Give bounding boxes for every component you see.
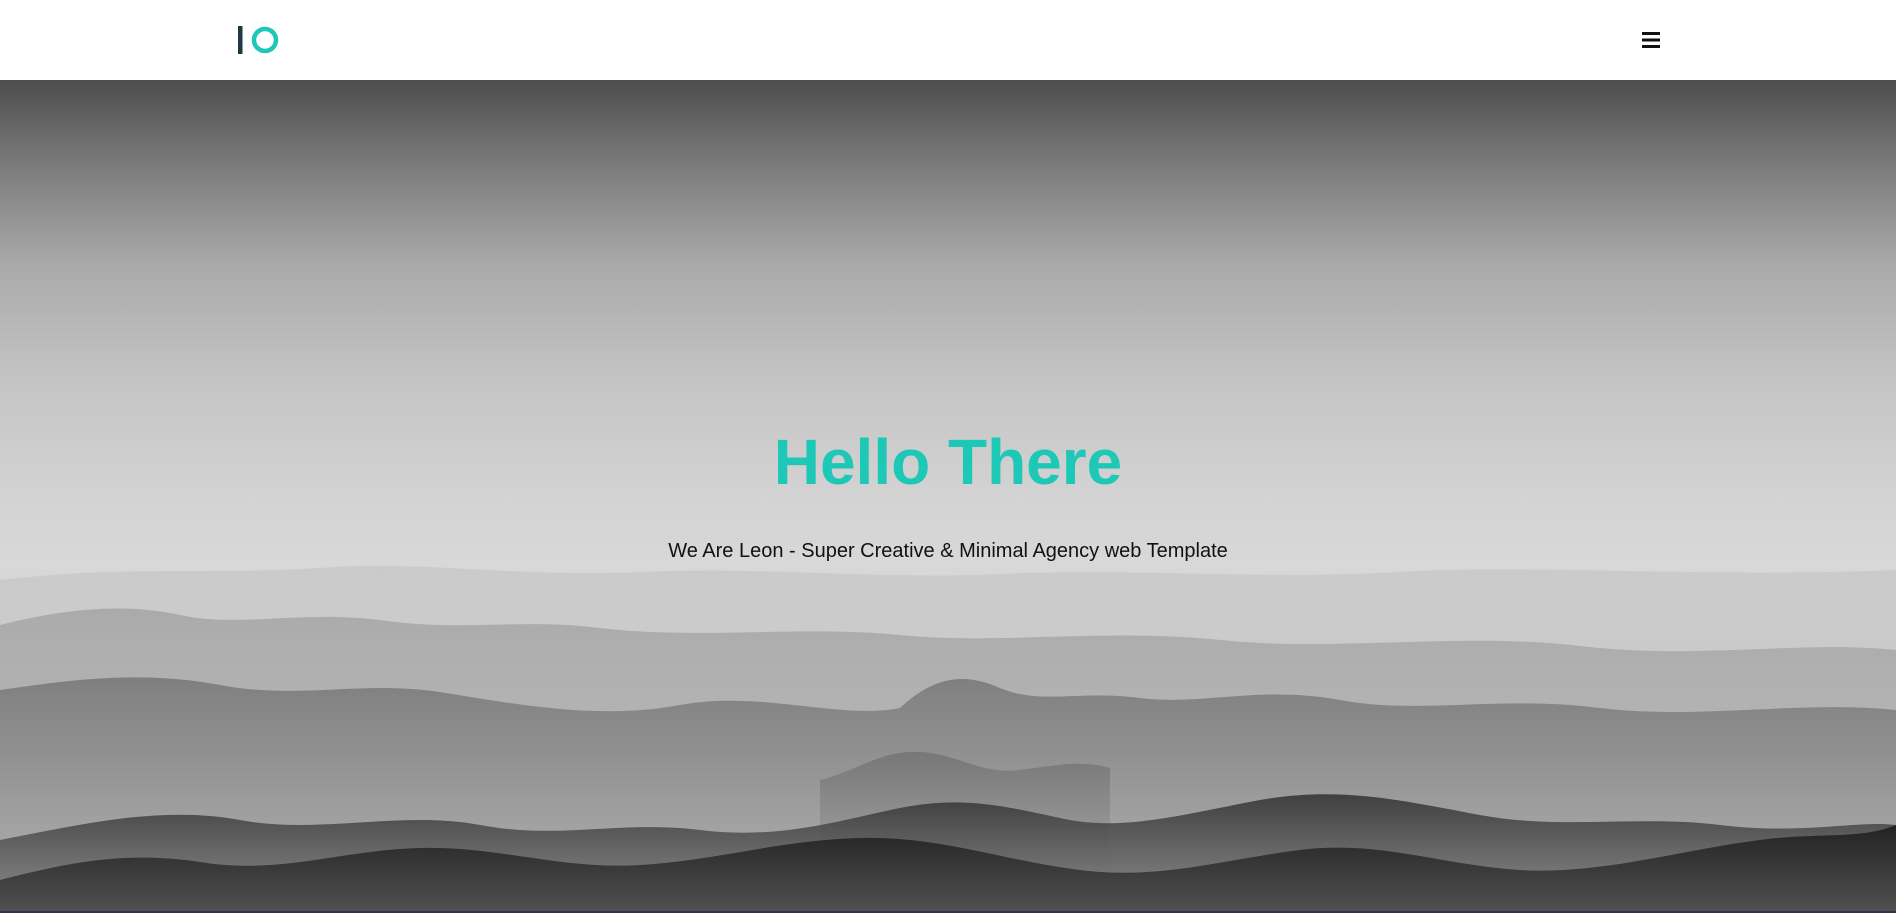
hero-section: Hello There We Are Leon - Super Creative… bbox=[0, 80, 1896, 913]
hamburger-menu-icon bbox=[1642, 32, 1660, 48]
hero-subtitle: We Are Leon - Super Creative & Minimal A… bbox=[668, 540, 1228, 562]
site-header bbox=[0, 0, 1896, 80]
menu-button[interactable] bbox=[1638, 28, 1666, 52]
hero-title: Hello There bbox=[773, 426, 1123, 498]
logo-link[interactable] bbox=[236, 26, 282, 54]
hero-content: Hello There We Are Leon - Super Creative… bbox=[0, 80, 1896, 913]
io-logo-icon bbox=[238, 26, 279, 54]
